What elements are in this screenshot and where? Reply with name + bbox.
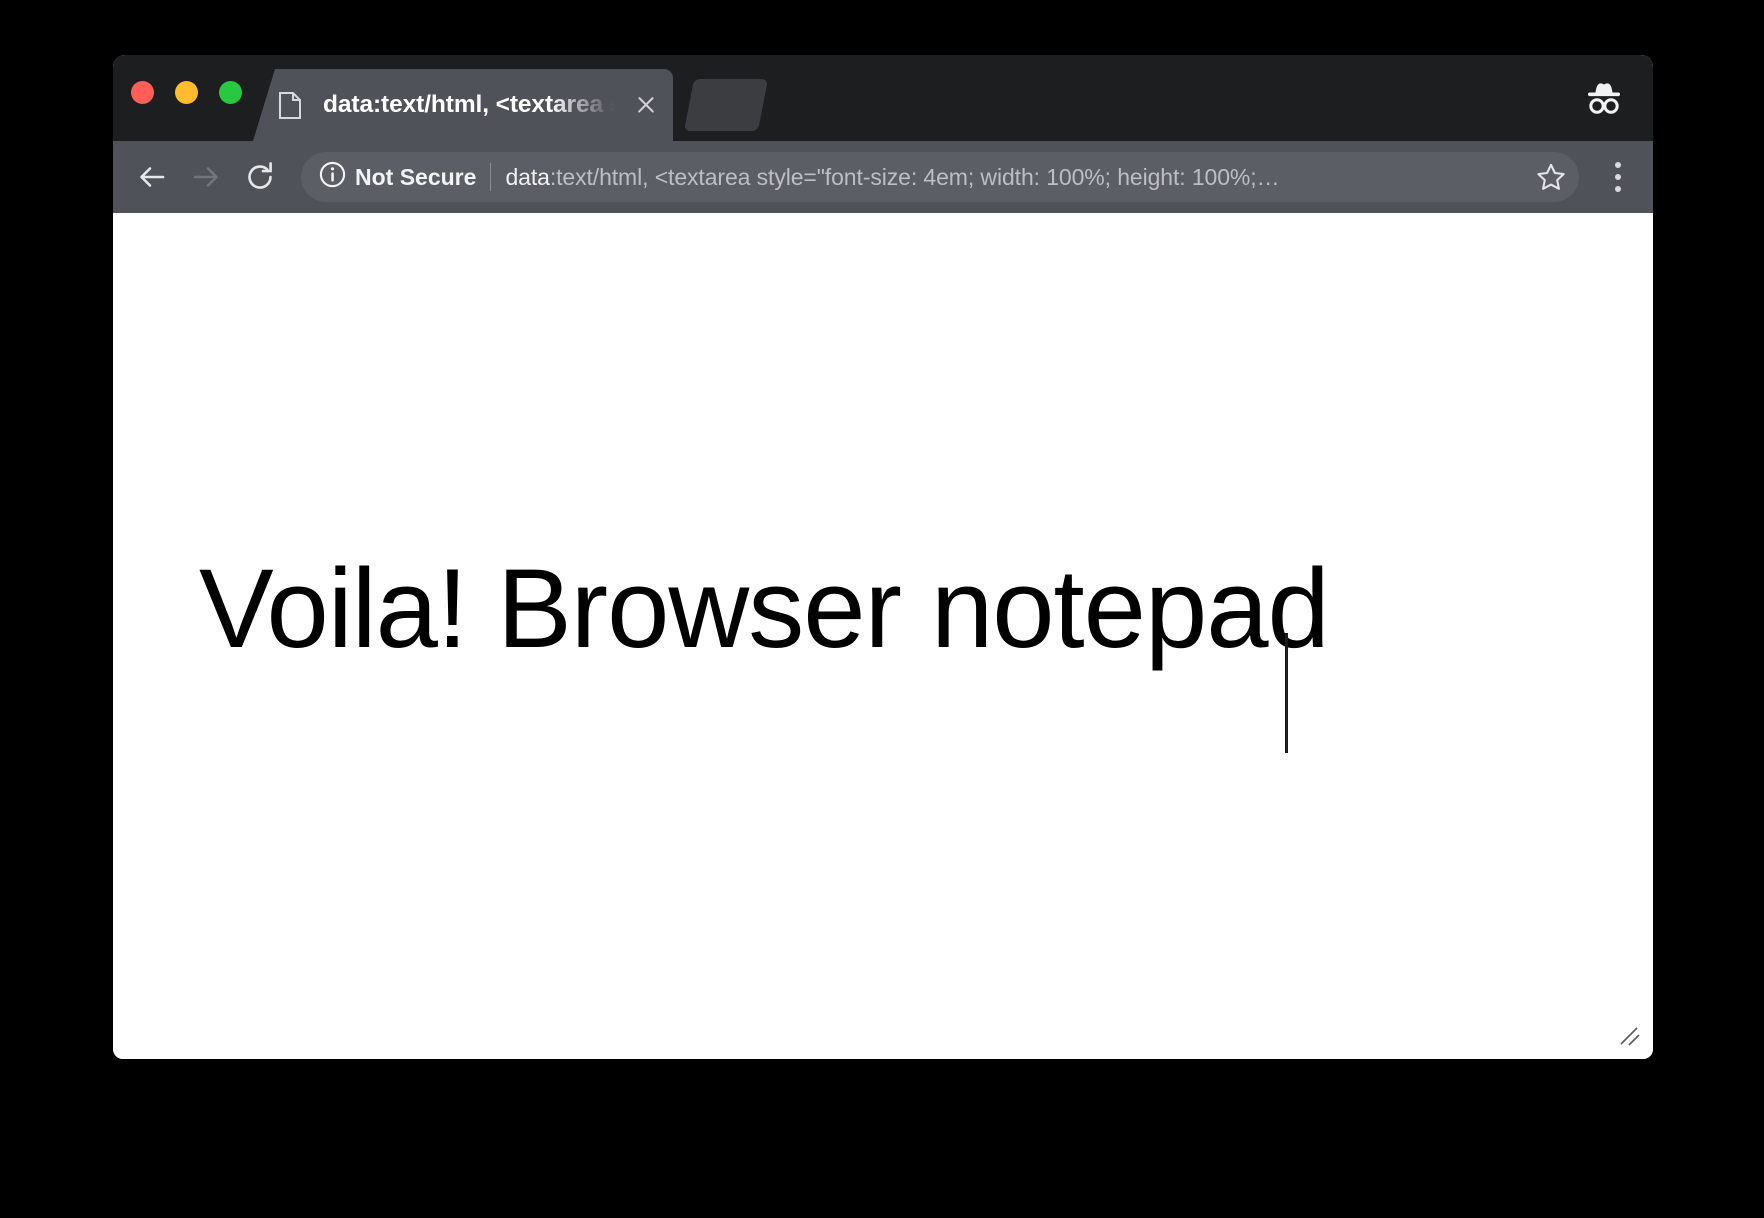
- text-cursor: [1285, 633, 1288, 753]
- incognito-icon: [1581, 77, 1627, 119]
- forward-arrow-icon[interactable]: [179, 150, 233, 204]
- browser-toolbar: Not Secure data:text/html, <textarea sty…: [113, 141, 1653, 213]
- menu-dot: [1615, 162, 1621, 168]
- browser-window: data:text/html, <textarea style=: [113, 55, 1653, 1059]
- info-circle-icon: [319, 161, 346, 193]
- security-label: Not Secure: [355, 163, 477, 190]
- url-scheme: data: [505, 163, 550, 190]
- url-text[interactable]: data:text/html, <textarea style="font-si…: [505, 164, 1525, 191]
- new-tab-slot[interactable]: [683, 79, 769, 131]
- menu-dot: [1615, 186, 1621, 192]
- star-icon[interactable]: [1529, 155, 1573, 199]
- tabs-area: data:text/html, <textarea style=: [253, 69, 769, 141]
- reload-icon[interactable]: [233, 150, 287, 204]
- back-arrow-icon[interactable]: [125, 150, 179, 204]
- page-viewport: [113, 213, 1653, 1059]
- address-bar[interactable]: Not Secure data:text/html, <textarea sty…: [301, 152, 1579, 202]
- minimize-window-button[interactable]: [175, 81, 198, 104]
- desktop-background: data:text/html, <textarea style=: [0, 0, 1764, 1218]
- menu-dot: [1615, 174, 1621, 180]
- browser-tab[interactable]: data:text/html, <textarea style=: [253, 69, 673, 141]
- maximize-window-button[interactable]: [219, 81, 242, 104]
- window-controls: [131, 81, 242, 104]
- tab-strip: data:text/html, <textarea style=: [113, 55, 1653, 141]
- omnibox-divider: [490, 163, 492, 191]
- document-icon: [279, 91, 301, 119]
- close-icon[interactable]: [629, 88, 663, 122]
- tab-title-container: data:text/html, <textarea style=: [323, 88, 623, 122]
- url-rest: :text/html, <textarea style="font-size: …: [549, 163, 1280, 190]
- tab-title: data:text/html, <textarea style=: [323, 91, 623, 118]
- security-status[interactable]: Not Secure: [319, 161, 490, 193]
- notepad-textarea[interactable]: [113, 213, 1653, 1059]
- close-window-button[interactable]: [131, 81, 154, 104]
- three-dots-vertical-icon[interactable]: [1595, 150, 1641, 204]
